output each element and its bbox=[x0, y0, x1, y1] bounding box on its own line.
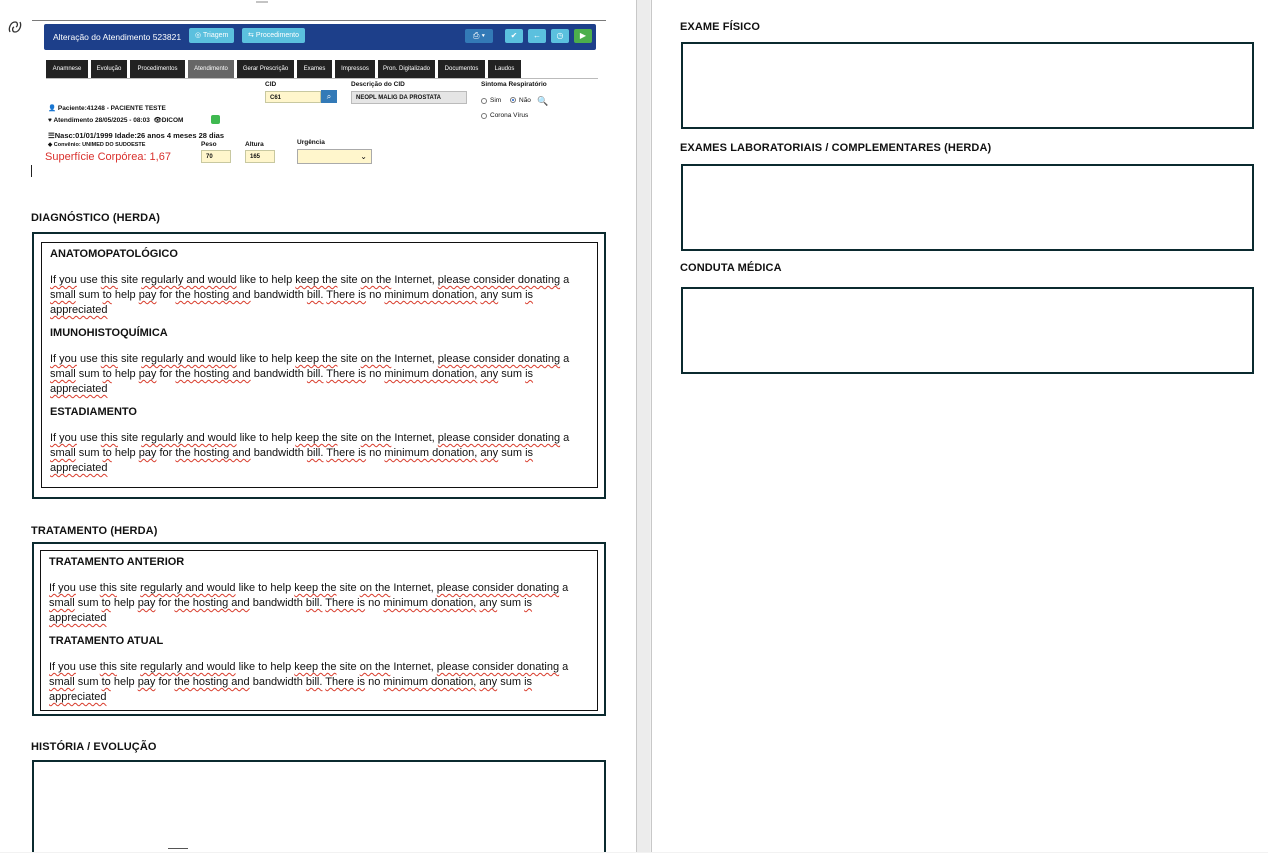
clock-icon[interactable]: ◷ bbox=[551, 29, 569, 43]
cid-description-field: NEOPL MALIG DA PROSTATA bbox=[351, 91, 467, 104]
conduta-box[interactable] bbox=[681, 287, 1254, 374]
section-body[interactable]: If you use this site regularly and would… bbox=[49, 660, 589, 705]
historia-box[interactable] bbox=[32, 760, 606, 852]
back-arrow-icon[interactable]: ← bbox=[528, 29, 546, 43]
tab-documentos[interactable]: Documentos bbox=[438, 60, 485, 78]
triagem-button[interactable]: ◎ Triagem bbox=[189, 28, 235, 43]
radio-sim-label: Sim bbox=[490, 97, 502, 104]
exame-fisico-heading: EXAME FÍSICO bbox=[680, 21, 761, 33]
header-rule bbox=[32, 20, 606, 21]
urgencia-label: Urgência bbox=[297, 139, 325, 146]
dicom-badge-icon[interactable] bbox=[211, 115, 220, 124]
embedded-app-screenshot: Alteração do Atendimento 523821 ◎ Triage… bbox=[44, 24, 600, 176]
diagnostico-box[interactable]: ANATOMOPATOLÓGICO If you use this site r… bbox=[32, 232, 606, 499]
altura-label: Altura bbox=[245, 141, 264, 148]
urgencia-select[interactable]: ⌄ bbox=[297, 149, 372, 164]
procedimento-button[interactable]: ⇆ Procedimento bbox=[242, 28, 306, 43]
patient-line: 👤 Paciente:41248 - PACIENTE TESTE bbox=[48, 105, 166, 112]
radio-nao-label: Não bbox=[519, 97, 531, 104]
diagnostico-heading: DIAGNÓSTICO (HERDA) bbox=[31, 212, 161, 224]
virus-icon: 🔍 bbox=[537, 96, 549, 106]
radio-sim[interactable] bbox=[481, 98, 487, 104]
page-gutter bbox=[637, 0, 650, 852]
peso-input[interactable]: 70 bbox=[201, 150, 231, 163]
video-icon[interactable]: ▶ bbox=[574, 29, 592, 43]
heart-icon: ♥ bbox=[48, 117, 52, 124]
cid-input[interactable]: C61 bbox=[265, 91, 321, 103]
section-body[interactable]: If you use this site regularly and would… bbox=[49, 581, 589, 626]
tab-procedimentos[interactable]: Procedimentos bbox=[130, 60, 185, 78]
radio-corona-label: Corona Vírus bbox=[490, 112, 529, 119]
section-marker-icon bbox=[256, 1, 268, 3]
peso-label: Peso bbox=[201, 141, 217, 148]
section-body[interactable]: If you use this site regularly and would… bbox=[50, 431, 590, 476]
birth-line: ☰Nasc:01/01/1999 Idade:26 anos 4 meses 2… bbox=[48, 131, 225, 140]
tab-anamnese[interactable]: Anamnese bbox=[46, 60, 88, 78]
attendance-line: ♥ Atendimento 28/05/2025 - 08:03 👁DICOM bbox=[48, 117, 184, 124]
body-surface-area: Superfície Corpórea: 1,67 bbox=[45, 151, 171, 163]
cid-description-label: Descrição do CID bbox=[351, 81, 405, 88]
section-title: TRATAMENTO ATUAL bbox=[49, 635, 164, 647]
radio-nao[interactable] bbox=[510, 97, 516, 103]
print-icon[interactable]: ⎙ ▾ bbox=[465, 29, 493, 43]
search-icon[interactable]: ⌕ bbox=[321, 90, 337, 103]
text-cursor bbox=[31, 165, 32, 177]
footer-mark bbox=[168, 848, 188, 853]
chevron-down-icon: ⌄ bbox=[360, 152, 367, 161]
list-icon: ☰ bbox=[48, 131, 55, 140]
copilot-icon[interactable] bbox=[6, 18, 24, 36]
tab-gerar-prescricao[interactable]: Gerar Prescrição bbox=[237, 60, 294, 78]
exame-fisico-box[interactable] bbox=[681, 42, 1254, 129]
tratamento-heading: TRATAMENTO (HERDA) bbox=[31, 525, 158, 537]
check-icon[interactable]: ✔ bbox=[505, 29, 523, 43]
app-title: Alteração do Atendimento 523821 bbox=[53, 32, 182, 42]
historia-heading: HISTÓRIA / EVOLUÇÃO bbox=[31, 741, 157, 753]
tab-laudos[interactable]: Laudos bbox=[488, 60, 521, 78]
section-title: IMUNOHISTOQUÍMICA bbox=[50, 327, 168, 339]
diagnostico-inner-box: ANATOMOPATOLÓGICO If you use this site r… bbox=[41, 242, 598, 488]
section-title: TRATAMENTO ANTERIOR bbox=[49, 556, 185, 568]
app-header-bar: Alteração do Atendimento 523821 ◎ Triage… bbox=[44, 24, 596, 50]
radio-corona[interactable] bbox=[481, 113, 487, 119]
tab-pron-digitalizado[interactable]: Pron. Digitalizado bbox=[378, 60, 435, 78]
insurance-line: ◆ Convênio: UNIMED DO SUDOESTE bbox=[48, 142, 146, 148]
exames-lab-heading: EXAMES LABORATORIAIS / COMPLEMENTARES (H… bbox=[680, 142, 992, 154]
tag-icon: ◆ bbox=[48, 142, 53, 148]
tab-underline bbox=[46, 78, 598, 79]
tab-exames[interactable]: Exames bbox=[297, 60, 332, 78]
section-body[interactable]: If you use this site regularly and would… bbox=[50, 273, 590, 318]
section-body[interactable]: If you use this site regularly and would… bbox=[50, 352, 590, 397]
user-icon: 👤 bbox=[48, 105, 57, 112]
altura-input[interactable]: 165 bbox=[245, 150, 275, 163]
conduta-heading: CONDUTA MÉDICA bbox=[680, 262, 782, 274]
eye-icon: 👁 bbox=[153, 117, 162, 124]
tab-evolucao[interactable]: Evolução bbox=[91, 60, 127, 78]
exames-lab-box[interactable] bbox=[681, 164, 1254, 251]
symptom-label: Sintoma Respiratório bbox=[481, 81, 547, 88]
section-title: ESTADIAMENTO bbox=[50, 406, 137, 418]
cid-label: CID bbox=[265, 81, 277, 88]
tab-atendimento[interactable]: Atendimento bbox=[188, 60, 234, 78]
tratamento-inner-box: TRATAMENTO ANTERIOR If you use this site… bbox=[40, 550, 598, 711]
section-title: ANATOMOPATOLÓGICO bbox=[50, 248, 178, 260]
tab-impressos[interactable]: Impressos bbox=[335, 60, 375, 78]
tratamento-box[interactable]: TRATAMENTO ANTERIOR If you use this site… bbox=[32, 542, 606, 716]
